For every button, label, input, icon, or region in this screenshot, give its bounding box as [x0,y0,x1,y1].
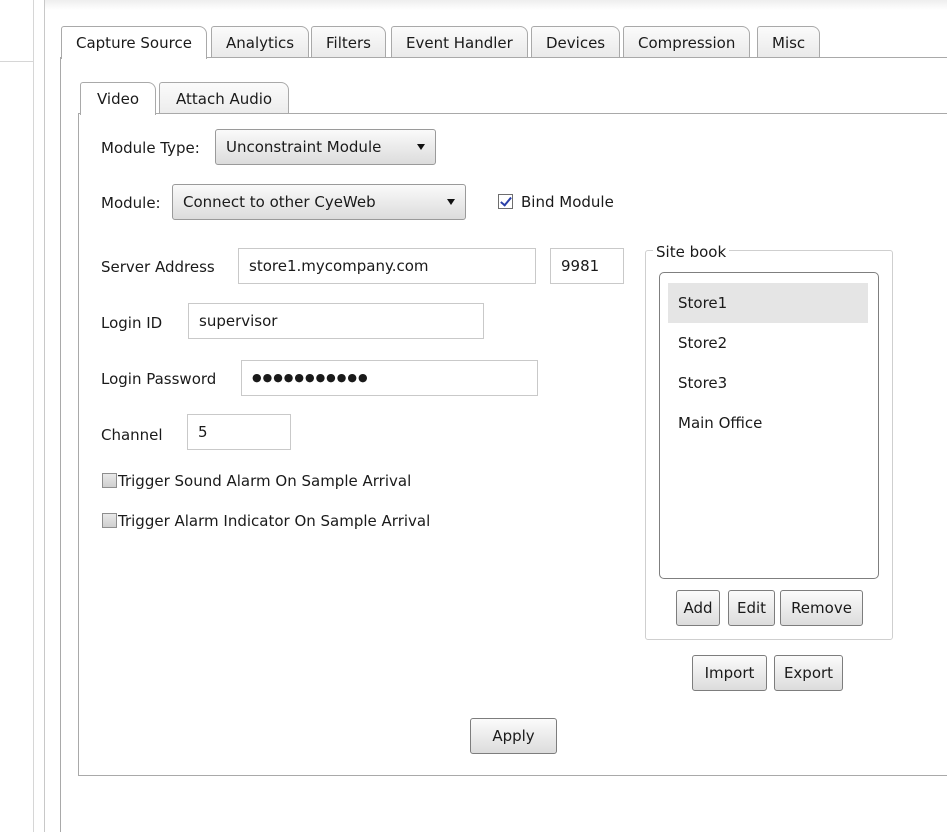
login-id-label: Login ID [101,314,163,332]
list-item[interactable]: Store3 [668,363,868,403]
chevron-down-icon [447,199,455,205]
import-button[interactable]: Import [692,655,767,691]
left-frame-notch [0,52,33,62]
tab-filters[interactable]: Filters [311,26,386,58]
tab-compression[interactable]: Compression [623,26,751,58]
channel-input[interactable]: 5 [187,414,291,450]
window-top-edge [0,0,947,10]
remove-button[interactable]: Remove [780,590,863,626]
export-button[interactable]: Export [774,655,843,691]
apply-button[interactable]: Apply [470,718,557,754]
site-book-title: Site book [653,242,730,262]
trigger-sound-label: Trigger Sound Alarm On Sample Arrival [118,472,412,490]
module-type-label: Module Type: [101,139,200,157]
edit-button[interactable]: Edit [728,590,775,626]
list-item[interactable]: Store1 [668,283,868,323]
channel-label: Channel [101,426,163,444]
subtab-attach-audio[interactable]: Attach Audio [159,82,290,114]
list-item[interactable]: Main Office [668,403,868,443]
bind-module-checkbox[interactable] [498,194,513,209]
module-type-dropdown[interactable]: Unconstraint Module [215,129,436,165]
login-password-input[interactable]: ●●●●●●●●●●● [241,360,538,396]
login-id-input[interactable]: supervisor [188,303,484,339]
tab-event-handler[interactable]: Event Handler [391,26,528,58]
server-address-input[interactable]: store1.mycompany.com [238,248,536,284]
bind-module-label: Bind Module [521,193,614,211]
trigger-indicator-label: Trigger Alarm Indicator On Sample Arriva… [118,512,431,530]
left-frame-divider [33,0,34,832]
login-password-label: Login Password [101,370,217,388]
module-label: Module: [101,194,161,212]
module-type-value: Unconstraint Module [226,138,382,156]
site-book-list[interactable]: Store1 Store2 Store3 Main Office [659,272,879,579]
port-input[interactable]: 9981 [550,248,624,284]
left-frame [0,0,45,832]
trigger-indicator-checkbox[interactable] [102,513,117,528]
subtab-video[interactable]: Video [80,82,157,115]
server-address-label: Server Address [101,258,215,276]
chevron-down-icon [417,144,425,150]
list-item[interactable]: Store2 [668,323,868,363]
tab-devices[interactable]: Devices [531,26,621,58]
add-button[interactable]: Add [676,590,720,626]
tab-capture-source[interactable]: Capture Source [61,26,207,59]
module-dropdown[interactable]: Connect to other CyeWeb [172,184,466,220]
tab-panel-border [60,57,61,832]
trigger-sound-checkbox[interactable] [102,473,117,488]
tab-analytics[interactable]: Analytics [211,26,310,58]
module-value: Connect to other CyeWeb [183,193,376,211]
tab-misc[interactable]: Misc [757,26,821,58]
